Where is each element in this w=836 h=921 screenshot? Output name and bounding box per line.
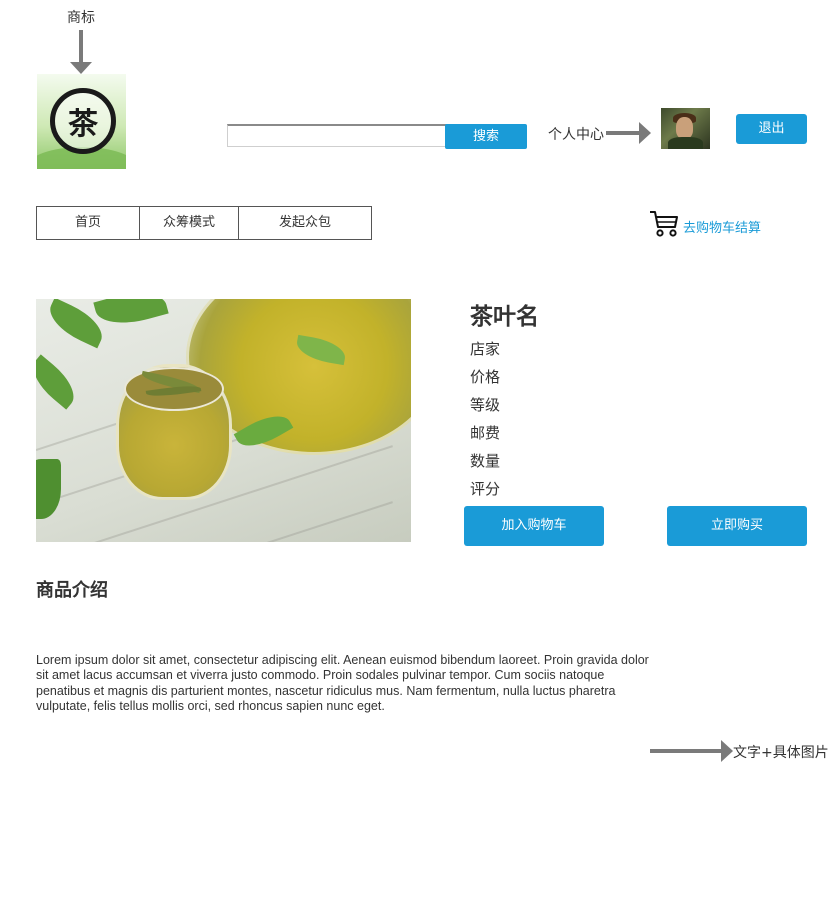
nav-item-home[interactable]: 首页 <box>37 207 140 239</box>
product-image <box>36 299 411 542</box>
cart-link-label[interactable]: 去购物车结算 <box>683 217 761 236</box>
description-text: Lorem ipsum dolor sit amet, consectetur … <box>36 653 649 713</box>
right-arrow-icon <box>606 122 651 144</box>
down-arrow-icon <box>70 30 92 74</box>
user-center-label[interactable]: 个人中心 <box>548 124 604 144</box>
attr-rating: 评分 <box>470 480 501 498</box>
nav-item-crowdfunding[interactable]: 众筹模式 <box>140 207 239 239</box>
tea-seal-icon: 茶 <box>50 88 116 154</box>
search-button[interactable]: 搜索 <box>445 124 527 149</box>
logo-annotation-label: 商标 <box>67 10 95 26</box>
product-name: 茶叶名 <box>470 304 539 330</box>
attr-shop: 店家 <box>470 340 501 358</box>
attr-quantity: 数量 <box>470 452 501 470</box>
cart-checkout-link[interactable]: 去购物车结算 <box>649 210 761 238</box>
brand-logo[interactable]: 茶 <box>37 74 126 169</box>
right-arrow-icon <box>650 740 734 762</box>
logout-button[interactable]: 退出 <box>736 114 807 144</box>
description-title: 商品介绍 <box>36 580 108 601</box>
attr-shipping: 邮费 <box>470 424 501 442</box>
avatar[interactable] <box>661 108 710 149</box>
add-to-cart-button[interactable]: 加入购物车 <box>464 506 604 546</box>
main-nav: 首页 众筹模式 发起众包 <box>36 206 372 240</box>
search-input[interactable] <box>227 124 457 147</box>
attr-grade: 等级 <box>470 396 501 414</box>
buy-now-button[interactable]: 立即购买 <box>667 506 807 546</box>
shopping-cart-icon <box>650 211 678 237</box>
attr-price: 价格 <box>470 368 501 386</box>
bottom-annotation-label: 文字+具体图片 <box>733 745 829 761</box>
nav-item-start-crowdsourcing[interactable]: 发起众包 <box>239 207 371 239</box>
